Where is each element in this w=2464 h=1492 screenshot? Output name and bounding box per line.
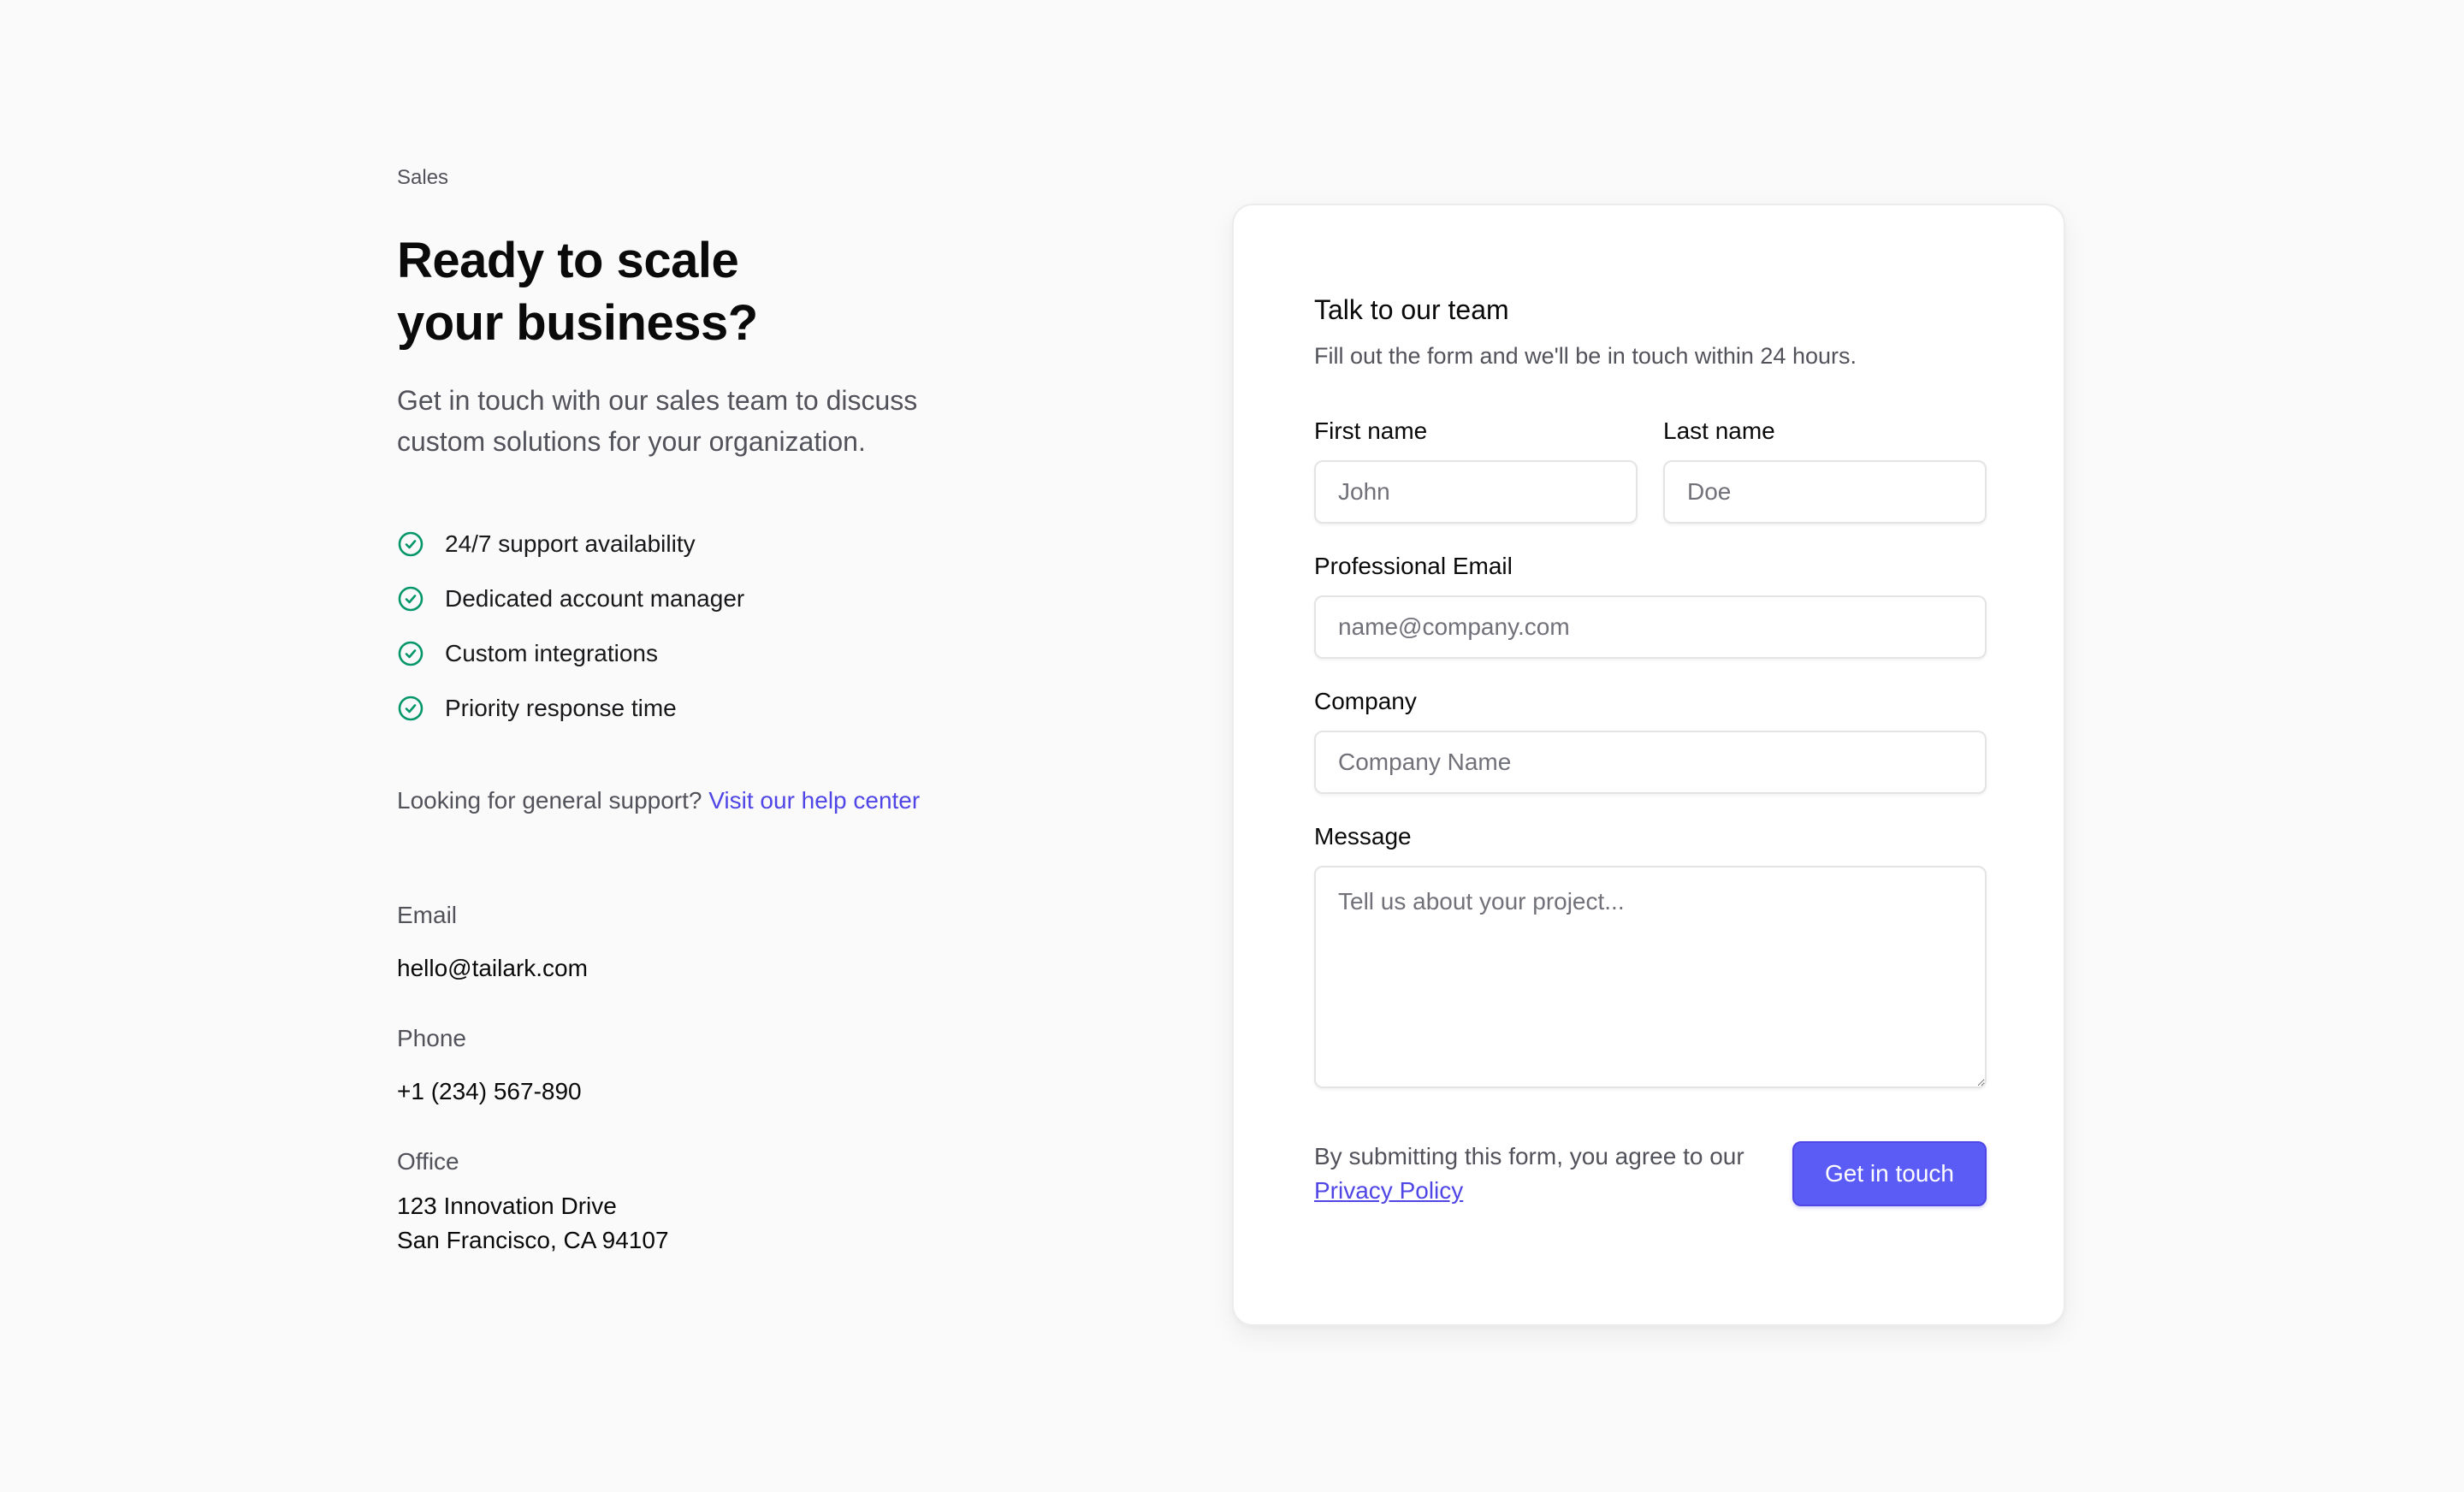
support-text: Looking for general support?	[397, 787, 702, 814]
form-title: Talk to our team	[1314, 294, 1509, 325]
feature-label: Dedicated account manager	[445, 585, 745, 612]
feature-label: 24/7 support availability	[445, 530, 696, 557]
phone-value: +1 (234) 567-890	[397, 1078, 582, 1104]
company-label: Company	[1314, 688, 1417, 714]
page-title: Ready to scale your business?	[397, 229, 876, 354]
phone-label: Phone	[397, 1025, 466, 1051]
contact-details: Email hello@tailark.com Phone +1 (234) 5…	[397, 898, 1047, 1258]
office-address-line-2: San Francisco, CA 94107	[397, 1227, 669, 1253]
help-center-link[interactable]: Visit our help center	[708, 787, 920, 814]
feature-item: 24/7 support availability	[397, 517, 1047, 571]
contact-sales-page: Sales Ready to scale your business? Get …	[0, 0, 2464, 1492]
title-line-1: Ready to scale	[397, 233, 739, 288]
first-name-label: First name	[1314, 417, 1428, 444]
sales-intro: Sales Ready to scale your business? Get …	[397, 163, 1047, 1258]
support-note: Looking for general support? Visit our h…	[397, 784, 1047, 818]
title-line-2: your business?	[397, 295, 758, 351]
office-address: 123 Innovation Drive San Francisco, CA 9…	[397, 1189, 1047, 1258]
last-name-label: Last name	[1663, 417, 1775, 444]
message-field: Message	[1314, 820, 1987, 1088]
last-name-field: Last name	[1663, 414, 1987, 524]
first-name-field: First name	[1314, 414, 1638, 524]
office-address-line-1: 123 Innovation Drive	[397, 1193, 617, 1219]
contact-form: Talk to our team Fill out the form and w…	[1314, 291, 1987, 1208]
first-name-input[interactable]	[1314, 460, 1638, 524]
form-subtitle: Fill out the form and we'll be in touch …	[1314, 343, 1857, 369]
feature-item: Priority response time	[397, 681, 1047, 736]
email-field-label: Professional Email	[1314, 553, 1513, 579]
office-label: Office	[397, 1148, 459, 1175]
email-value: hello@tailark.com	[397, 955, 588, 981]
message-textarea[interactable]	[1314, 866, 1987, 1088]
check-circle-icon	[398, 586, 424, 612]
contact-form-card: Talk to our team Fill out the form and w…	[1232, 204, 2065, 1326]
feature-list: 24/7 support availability Dedicated acco…	[397, 517, 1047, 736]
feature-label: Custom integrations	[445, 640, 659, 666]
email-label: Email	[397, 902, 458, 928]
eyebrow-label: Sales	[397, 166, 449, 189]
feature-item: Dedicated account manager	[397, 571, 1047, 626]
feature-label: Priority response time	[445, 695, 677, 721]
terms-notice: By submitting this form, you agree to ou…	[1314, 1140, 1759, 1208]
company-field: Company	[1314, 684, 1987, 794]
name-fields-row: First name Last name	[1314, 414, 1987, 524]
get-in-touch-button[interactable]: Get in touch	[1792, 1141, 1987, 1206]
last-name-input[interactable]	[1663, 460, 1987, 524]
email-field: Professional Email	[1314, 549, 1987, 659]
privacy-policy-link[interactable]: Privacy Policy	[1314, 1177, 1463, 1204]
feature-item: Custom integrations	[397, 626, 1047, 681]
intro-text: Get in touch with our sales team to disc…	[397, 385, 918, 457]
email-input[interactable]	[1314, 595, 1987, 659]
terms-text: By submitting this form, you agree to ou…	[1314, 1143, 1744, 1169]
check-circle-icon	[398, 696, 424, 721]
company-input[interactable]	[1314, 731, 1987, 794]
message-label: Message	[1314, 823, 1412, 850]
check-circle-icon	[398, 641, 424, 666]
form-footer: By submitting this form, you agree to ou…	[1314, 1140, 1987, 1208]
check-circle-icon	[398, 531, 424, 557]
